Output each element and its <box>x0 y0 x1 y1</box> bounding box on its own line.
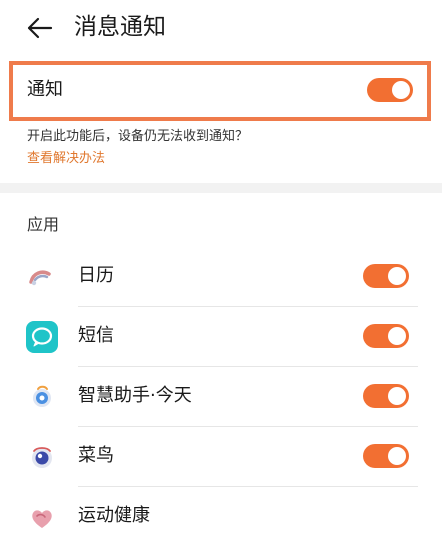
app-toggle-messages[interactable] <box>363 324 409 348</box>
app-name: 运动健康 <box>78 505 150 526</box>
app-row-messages[interactable]: 短信 <box>0 307 442 367</box>
toggle-knob <box>392 81 410 99</box>
toggle-knob <box>388 387 406 405</box>
message-icon <box>26 321 58 353</box>
toggle-knob <box>388 447 406 465</box>
toggle-knob <box>388 267 406 285</box>
app-row-assistant[interactable]: 智慧助手·今天 <box>0 367 442 427</box>
section-title-apps: 应用 <box>27 215 60 234</box>
cainiao-icon <box>26 441 58 473</box>
app-name: 短信 <box>78 325 114 346</box>
app-name: 日历 <box>78 265 114 286</box>
page-title: 消息通知 <box>74 14 166 40</box>
notification-master-row: 通知 <box>9 61 431 121</box>
back-arrow-icon[interactable] <box>24 13 54 43</box>
toggle-knob <box>388 327 406 345</box>
app-row-health[interactable]: 运动健康 <box>0 487 442 547</box>
app-name: 菜鸟 <box>78 445 114 466</box>
app-toggle-calendar[interactable] <box>363 264 409 288</box>
calendar-icon <box>26 261 58 293</box>
app-name: 智慧助手·今天 <box>78 385 192 406</box>
solution-link[interactable]: 查看解决办法 <box>27 150 105 168</box>
app-toggle-assistant[interactable] <box>363 384 409 408</box>
app-toggle-cainiao[interactable] <box>363 444 409 468</box>
app-row-cainiao[interactable]: 菜鸟 <box>0 427 442 487</box>
notification-label: 通知 <box>27 79 63 100</box>
health-icon <box>26 501 58 533</box>
assistant-icon <box>26 381 58 413</box>
section-divider <box>0 183 442 193</box>
app-row-calendar[interactable]: 日历 <box>0 247 442 307</box>
hint-text: 开启此功能后，设备仍无法收到通知？ <box>27 129 249 144</box>
top-bar: 消息通知 <box>0 0 442 54</box>
notification-toggle[interactable] <box>367 78 413 102</box>
